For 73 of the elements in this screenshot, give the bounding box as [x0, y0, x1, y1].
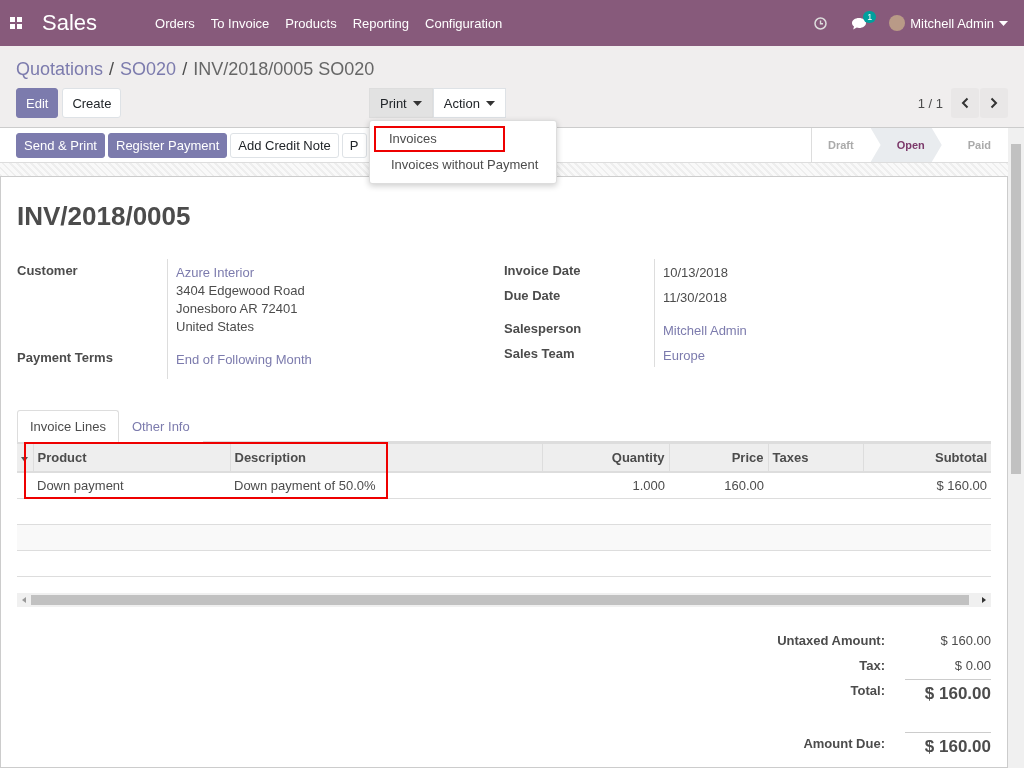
column-header[interactable]: Product — [33, 443, 230, 472]
sort-caret-icon[interactable] — [21, 457, 28, 462]
field-value: 10/13/2018 — [663, 265, 730, 280]
caret-icon — [485, 100, 495, 106]
header-button[interactable]: Send & Print — [16, 132, 105, 158]
breadcrumb-separator: / — [109, 58, 115, 80]
menu-item[interactable]: Products — [277, 15, 345, 31]
breadcrumb-separator: / — [182, 58, 188, 80]
field-label: Customer — [17, 262, 79, 280]
menu-item[interactable]: Reporting — [344, 15, 417, 31]
field-label: Invoice Date — [504, 262, 582, 280]
field-link[interactable]: Azure Interior — [176, 265, 504, 280]
total-value: $ 160.00 — [939, 632, 991, 650]
horizontal-scrollbar[interactable] — [17, 593, 991, 607]
total-value: $ 160.00 — [905, 679, 991, 710]
status-stage[interactable]: Open — [870, 128, 942, 162]
field-label: Due Date — [504, 287, 562, 305]
next-button[interactable] — [980, 88, 1008, 118]
menu-item[interactable]: Configuration — [417, 15, 511, 31]
total-label: Total: — [849, 682, 885, 700]
table-cell: $ 160.00 — [863, 472, 991, 499]
breadcrumb-current: INV/2018/0005 SO020 — [193, 58, 375, 80]
menu-item[interactable]: Invoices without Payment — [370, 152, 556, 178]
column-header[interactable]: Description — [230, 443, 542, 472]
menu-item[interactable]: Orders — [147, 15, 203, 31]
form-button[interactable]: Edit — [16, 88, 59, 118]
address-line: 3404 Edgewood Road — [176, 283, 306, 298]
header-button[interactable]: P — [341, 132, 367, 158]
header-button[interactable]: Register Payment — [108, 132, 228, 158]
vertical-scrollbar[interactable] — [1008, 128, 1024, 768]
total-label: Untaxed Amount: — [777, 632, 885, 650]
chevron-right-icon — [990, 97, 998, 109]
field-label: Sales Team — [504, 345, 576, 363]
column-header[interactable]: Price — [669, 443, 768, 472]
field-value: 11/30/2018 — [663, 290, 729, 305]
action-menu-button[interactable]: Action — [432, 88, 506, 118]
total-value: $ 0.00 — [953, 657, 991, 675]
table-cell: 1.000 — [542, 472, 669, 499]
field-link[interactable]: End of Following Month — [176, 352, 504, 367]
tab[interactable]: Invoice Lines — [17, 410, 119, 442]
previous-button[interactable] — [951, 88, 979, 118]
chevron-left-icon — [961, 97, 969, 109]
caret-icon — [412, 100, 422, 106]
caret-icon[interactable] — [999, 20, 1008, 26]
total-label: Tax: — [858, 657, 885, 675]
app-title[interactable]: Sales — [42, 10, 98, 36]
column-header[interactable]: Subtotal — [863, 443, 991, 472]
total-label: Amount Due: — [802, 735, 885, 753]
address-line: United States — [176, 319, 256, 334]
table-cell: Down payment — [33, 472, 230, 499]
column-header[interactable]: Taxes — [768, 443, 863, 472]
form-button[interactable]: Create — [62, 88, 122, 118]
field-label: Payment Terms — [17, 349, 114, 367]
field-link[interactable]: Mitchell Admin — [663, 323, 991, 338]
breadcrumb-link[interactable]: SO020 — [120, 58, 177, 80]
address-line: Jonesboro AR 72401 — [176, 301, 299, 316]
field-link[interactable]: Europe — [663, 348, 991, 363]
chat-icon[interactable] — [851, 16, 868, 30]
notification-badge: 1 — [863, 10, 877, 23]
column-header[interactable]: Quantity — [542, 443, 669, 472]
clock-icon[interactable] — [814, 16, 828, 30]
pager-value: 1 / 1 — [917, 95, 943, 111]
user-menu[interactable]: Mitchell Admin — [910, 15, 994, 31]
table-cell: 160.00 — [669, 472, 768, 499]
breadcrumb-link[interactable]: Quotations — [16, 58, 104, 80]
menu-item[interactable]: Invoices — [374, 126, 505, 152]
total-value: $ 160.00 — [905, 732, 991, 763]
print-menu-button[interactable]: Print — [369, 88, 433, 118]
invoice-number: INV/2018/0005 — [17, 201, 191, 233]
header-button[interactable]: Add Credit Note — [230, 132, 339, 158]
menu-item[interactable]: To Invoice — [202, 15, 278, 31]
field-label: Salesperson — [504, 320, 583, 338]
apps-menu-icon[interactable] — [10, 17, 22, 29]
